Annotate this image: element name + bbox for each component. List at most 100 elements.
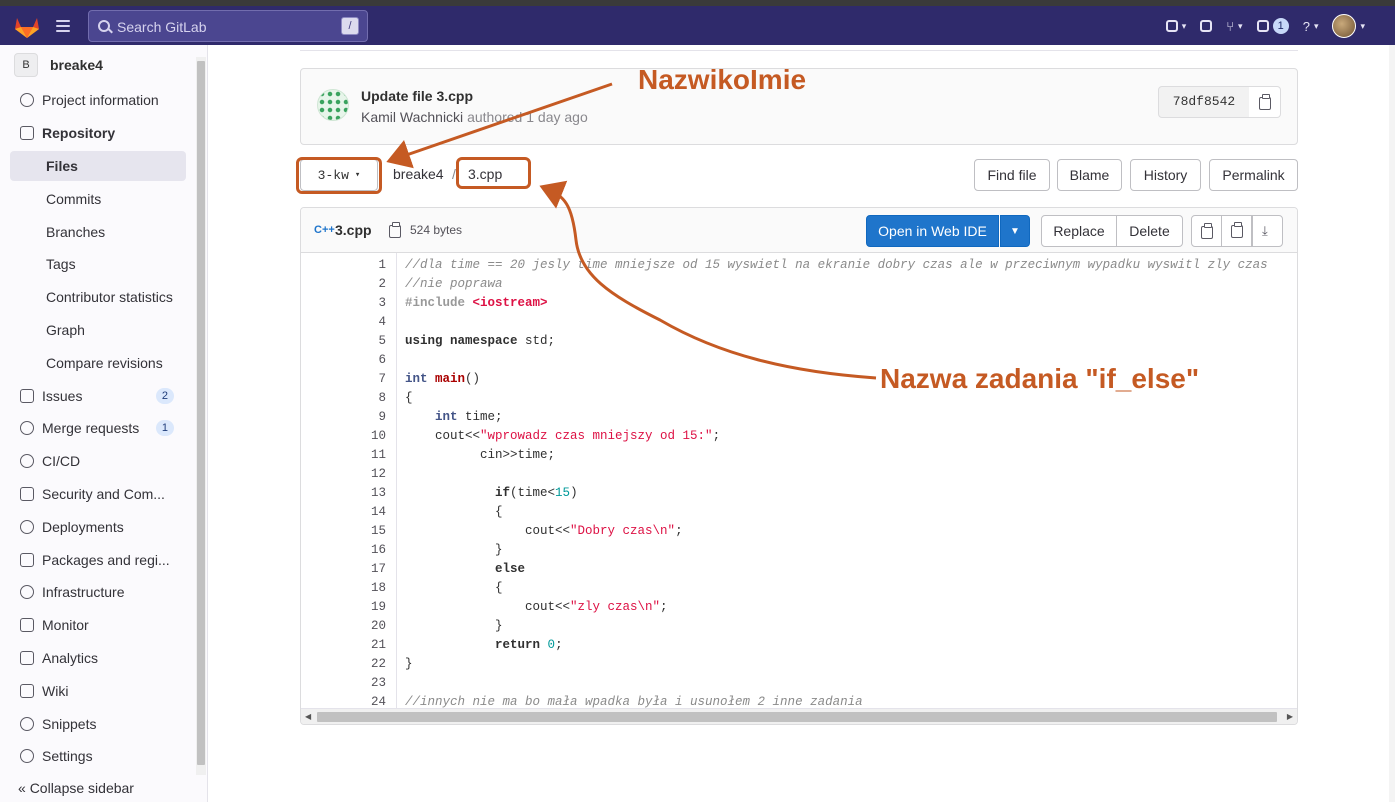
line-number[interactable]: 20 [326,617,386,636]
sidebar-item-cicd[interactable]: CI/CD [10,446,186,476]
line-number[interactable]: 21 [326,636,386,655]
sidebar-item-tags[interactable]: Tags [10,249,186,279]
copy-path-icon[interactable] [389,222,401,238]
code-line: else [495,562,526,576]
sidebar-item-label: Analytics [42,650,99,666]
code-line: } [405,657,413,671]
collapse-sidebar-button[interactable]: « Collapse sidebar [18,780,134,796]
line-number[interactable]: 14 [326,503,386,522]
annotation-name-label: NazwikoImie [638,64,807,95]
line-number[interactable]: 17 [326,560,386,579]
sidebar-item-compare-revisions[interactable]: Compare revisions [10,348,186,378]
book-icon [20,126,34,140]
code-line: { [405,391,413,405]
line-number[interactable]: 22 [326,655,386,674]
help-button[interactable]: ? ▾ [1303,19,1319,34]
sidebar-scrollbar-thumb[interactable] [197,61,205,765]
sidebar-item-snippets[interactable]: Snippets [10,709,186,739]
sidebar-item-monitor[interactable]: Monitor [10,610,186,640]
sidebar-item-merge-requests[interactable]: Merge requests 1 [10,413,186,443]
issues-shortcut-button[interactable] [1200,20,1213,32]
sidebar-item-commits[interactable]: Commits [10,184,186,214]
collapse-sidebar-label: Collapse sidebar [29,780,134,796]
sidebar-item-packages-registries[interactable]: Packages and regi... [10,545,186,575]
create-new-button[interactable]: ▾ [1165,20,1187,32]
code-scrollbar-thumb[interactable] [317,712,1277,722]
commit-sha[interactable]: 78df8542 [1158,86,1250,118]
todos-button[interactable]: 1 [1256,18,1289,34]
line-number[interactable]: 8 [326,389,386,408]
sidebar-item-deployments[interactable]: Deployments [10,512,186,542]
snippet-icon [20,717,34,731]
code-line: { [405,505,503,519]
sidebar-item-infrastructure[interactable]: Infrastructure [10,577,186,607]
breadcrumb-project[interactable]: breake4 [393,166,444,182]
open-in-web-ide-button[interactable]: Open in Web IDE [866,215,999,247]
replace-button[interactable]: Replace [1041,215,1117,247]
line-number[interactable]: 5 [326,332,386,351]
sidebar-item-settings[interactable]: Settings [10,741,186,771]
sidebar-item-security-compliance[interactable]: Security and Com... [10,479,186,509]
gitlab-logo-icon[interactable] [14,15,40,39]
line-number[interactable]: 10 [326,427,386,446]
search-shortcut-key: / [341,17,359,35]
line-number[interactable]: 4 [326,313,386,332]
download-button[interactable]: ⤓ [1252,215,1283,247]
line-number[interactable]: 18 [326,579,386,598]
merge-requests-shortcut-button[interactable]: ⑂ ▾ [1226,19,1242,34]
sidebar-item-label: Graph [46,322,85,338]
line-number[interactable]: 9 [326,408,386,427]
annotation-box-branch [296,157,382,194]
copy-sha-button[interactable] [1249,86,1281,118]
sidebar-item-repository[interactable]: Repository [10,118,186,148]
copy-contents-button[interactable] [1191,215,1222,247]
line-number[interactable]: 6 [326,351,386,370]
find-file-button[interactable]: Find file [974,159,1050,191]
edit-options-dropdown[interactable]: ▼ [1000,215,1030,247]
page-scrollbar[interactable] [1389,45,1395,802]
delete-button[interactable]: Delete [1116,215,1183,247]
sidebar-item-analytics[interactable]: Analytics [10,643,186,673]
sidebar-item-issues[interactable]: Issues 2 [10,381,186,411]
line-number[interactable]: 16 [326,541,386,560]
sidebar-item-label: CI/CD [42,453,81,469]
sidebar-item-files[interactable]: Files [10,151,186,181]
line-number[interactable]: 13 [326,484,386,503]
line-number[interactable]: 3 [326,294,386,313]
line-number[interactable]: 7 [326,370,386,389]
sidebar-item-label: Merge requests [42,420,140,436]
menu-icon[interactable] [56,20,70,32]
sidebar-item-contributor-statistics[interactable]: Contributor statistics [10,282,186,312]
user-avatar [1332,14,1357,38]
sidebar-project-header[interactable]: B breake4 [14,53,103,77]
scroll-left-arrow-icon[interactable]: ◀ [305,712,311,721]
line-number[interactable]: 12 [326,465,386,484]
chevron-down-icon: ▾ [1181,20,1187,31]
history-button[interactable]: History [1130,159,1201,191]
permalink-button[interactable]: Permalink [1209,159,1298,191]
blame-button[interactable]: Blame [1057,159,1122,191]
sidebar-item-branches[interactable]: Branches [10,217,186,247]
commit-author-link[interactable]: Kamil Wachnicki [361,109,463,125]
open-raw-button[interactable] [1221,215,1252,247]
line-number[interactable]: 23 [326,674,386,693]
cloud-icon [20,585,34,599]
rocket-icon [20,454,34,468]
scroll-right-arrow-icon[interactable]: ▶ [1287,712,1293,721]
line-number[interactable]: 15 [326,522,386,541]
code-line: cout<<"zly czas\n"; [405,600,668,614]
search-input[interactable]: Search GitLab / [88,10,368,42]
commit-author-avatar[interactable] [317,89,349,121]
line-number[interactable]: 1 [326,256,386,275]
code-line: #include <iostream> [405,296,548,310]
line-number[interactable]: 19 [326,598,386,617]
line-number[interactable]: 11 [326,446,386,465]
user-menu-button[interactable]: ▾ [1332,14,1365,38]
line-number[interactable]: 2 [326,275,386,294]
sidebar-item-project-information[interactable]: Project information [10,85,186,115]
code-horizontal-scrollbar[interactable]: ◀ ▶ [301,708,1297,724]
commit-title-link[interactable]: Update file 3.cpp [361,88,473,104]
todo-check-icon [1256,20,1269,32]
sidebar-item-graph[interactable]: Graph [10,315,186,345]
sidebar-item-wiki[interactable]: Wiki [10,676,186,706]
